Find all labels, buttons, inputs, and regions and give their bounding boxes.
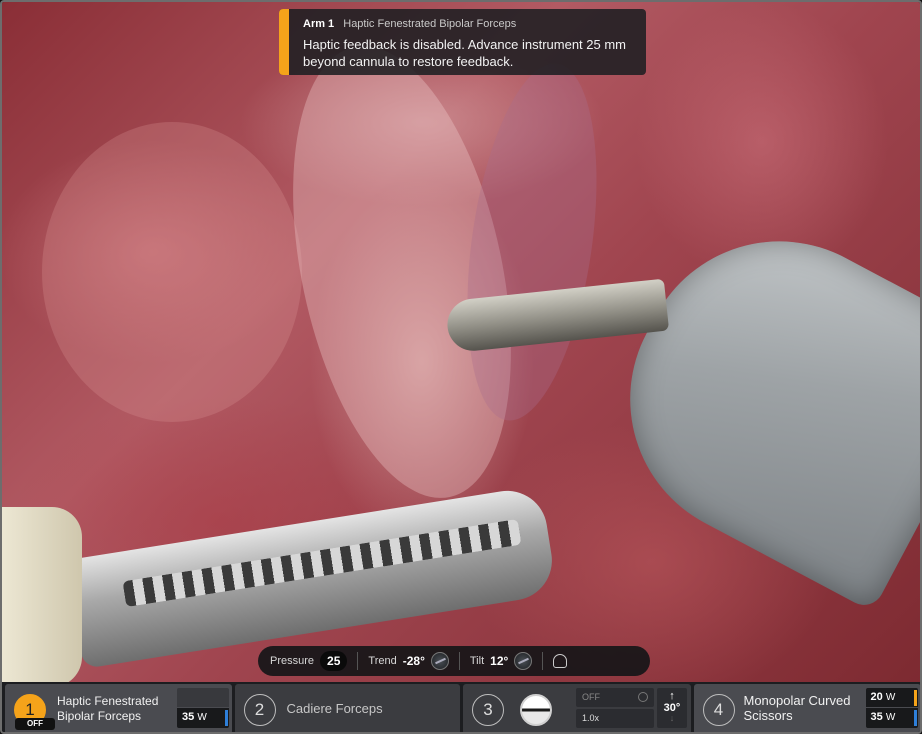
down-arrow-icon: ↓ (669, 713, 675, 723)
notification-arm: Arm 1 (303, 18, 335, 30)
arm-1-energy-unit: W (197, 712, 207, 723)
tilt-dial-icon (514, 652, 533, 670)
arm-4-energy-bottom-unit: W (885, 712, 896, 723)
forceps-housing-image (2, 507, 82, 687)
arm-1-panel[interactable]: 1 OFF Haptic Fenestrated Bipolar Forceps… (5, 684, 232, 732)
endoscope-video-feed (2, 2, 920, 687)
arm-4-energy-setting[interactable]: 20 W 35 W (865, 688, 918, 728)
scope-angle-toggle[interactable]: ↑ 30° ↓ (657, 688, 687, 728)
pressure-value: 25 (320, 651, 348, 671)
tilt-label: Tilt (469, 655, 485, 667)
arm-1-off-badge: OFF (15, 718, 55, 730)
divider (542, 652, 544, 670)
notification-header: Arm 1 Haptic Fenestrated Bipolar Forceps (303, 18, 516, 30)
arm-1-energy-setting[interactable]: 35 W (177, 688, 229, 728)
arm-1-energy-indicator (225, 710, 228, 726)
camera-mode-value: OFF (582, 692, 600, 702)
pressure-label: Pressure (270, 655, 315, 667)
insufflation-status-bar: Pressure 25 Trend -28° Tilt 12° (258, 646, 650, 676)
instrument-arm-bar: 1 OFF Haptic Fenestrated Bipolar Forceps… (2, 682, 920, 732)
arm-4-energy-top-unit: W (885, 692, 896, 703)
arm-2-instrument-name: Cadiere Forceps (286, 701, 383, 716)
arm-1-instrument-name: Haptic Fenestrated Bipolar Forceps (57, 694, 159, 723)
haptic-notification: Arm 1 Haptic Fenestrated Bipolar Forceps… (279, 9, 646, 75)
trend-dial-icon (430, 652, 449, 670)
notification-message: Haptic feedback is disabled. Advance ins… (303, 37, 627, 69)
arm-4-energy-bottom-indicator (913, 710, 917, 726)
arm-3-number: 3 (472, 694, 504, 726)
trend-label: Trend (368, 655, 397, 667)
arm-1-energy-empty-slot (177, 688, 229, 707)
arm-2-number: 2 (243, 694, 276, 726)
zoom-field[interactable]: 1.0x (576, 709, 654, 728)
up-arrow-icon: ↑ (669, 690, 675, 702)
arm-2-panel[interactable]: 2 Cadiere Forceps (234, 684, 460, 732)
arm-4-number: 4 (702, 694, 735, 726)
arm-4-energy-bottom-value: 35 (870, 711, 883, 723)
arm-3-camera-panel[interactable]: 3 OFF 1.0x ↑ 30° ↓ (463, 684, 691, 732)
camera-mode-field[interactable]: OFF (576, 688, 654, 707)
arm-4-monopolar-cut-energy: 20 W (865, 688, 918, 707)
arm-4-energy-top-indicator (913, 690, 917, 706)
surgical-console-view: Arm 1 Haptic Fenestrated Bipolar Forceps… (0, 0, 922, 734)
scope-icon (520, 694, 552, 726)
divider (458, 652, 460, 670)
divider (357, 652, 359, 670)
notification-instrument: Haptic Fenestrated Bipolar Forceps (343, 18, 517, 30)
arm-4-panel[interactable]: 4 Monopolar Curved Scissors 20 W 35 W (693, 684, 920, 732)
notification-accent-bar (279, 9, 289, 75)
gear-icon[interactable] (638, 692, 648, 702)
tissue-region (42, 122, 302, 422)
bell-icon[interactable] (553, 654, 568, 668)
arm-4-instrument-name: Monopolar Curved Scissors (743, 693, 851, 723)
trend-value: -28° (402, 654, 425, 668)
arm-4-monopolar-coag-energy: 35 W (865, 708, 918, 728)
arm-1-energy-value: 35 (182, 711, 195, 723)
arm-1-bipolar-energy: 35 W (177, 708, 229, 728)
tilt-value: 12° (490, 654, 509, 668)
arm-4-energy-top-value: 20 (870, 691, 883, 703)
scissors-cannula-image (580, 192, 920, 612)
zoom-value: 1.0x (582, 713, 600, 723)
